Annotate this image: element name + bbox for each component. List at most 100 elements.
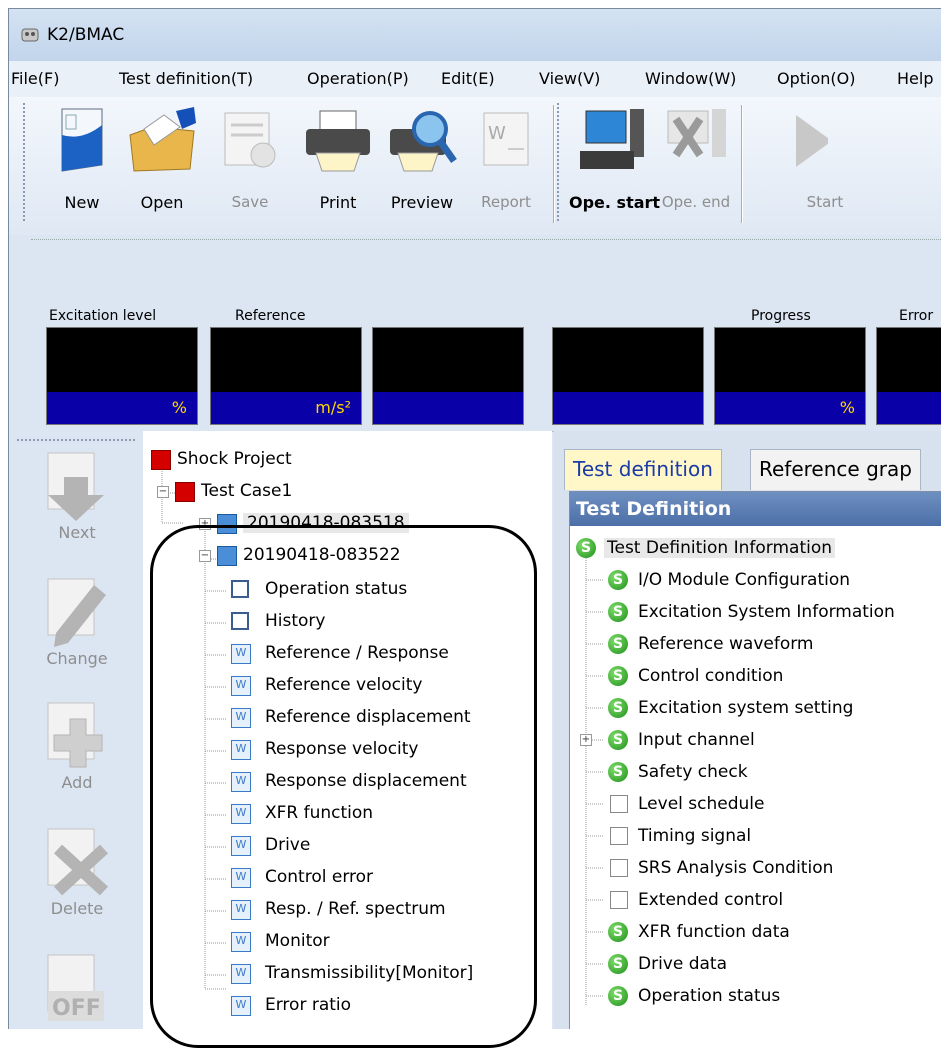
menu-edit[interactable]: Edit(E) (441, 69, 495, 88)
expand-icon[interactable]: + (580, 734, 592, 746)
reference-caption: Reference (235, 308, 306, 324)
progress-display: % (714, 327, 866, 425)
definition-item-input-channel[interactable]: + S Input channel (580, 724, 755, 756)
menu-window[interactable]: Window(W) (645, 69, 736, 88)
change-label: Change (46, 649, 108, 668)
preview-label: Preview (390, 193, 454, 212)
definition-item-extended-control[interactable]: Extended control (608, 884, 783, 916)
status-set-icon: S (608, 954, 628, 974)
menu-file[interactable]: File(F) (11, 69, 59, 88)
delete-button[interactable]: Delete (27, 827, 127, 918)
down-arrow-icon (47, 452, 104, 521)
status-set-icon: S (608, 666, 628, 686)
status-empty-icon (610, 827, 628, 845)
definition-item-level-schedule[interactable]: Level schedule (608, 788, 764, 820)
operation-end-icon (667, 109, 726, 158)
save-button[interactable]: Save (211, 105, 289, 223)
change-button[interactable]: Change (27, 577, 127, 668)
definition-item-reference-waveform[interactable]: S Reference waveform (608, 628, 814, 660)
testcase-label: Test Case1 (201, 481, 293, 501)
error-display (876, 327, 941, 425)
off-text: OFF (52, 996, 101, 1021)
word-report-icon: W (483, 112, 529, 166)
menu-view[interactable]: View(V) (539, 69, 600, 88)
tree-testcase[interactable]: − Test Case1 (157, 477, 292, 505)
definition-item-timing-signal[interactable]: Timing signal (608, 820, 751, 852)
status-empty-icon (610, 859, 628, 877)
plus-icon (47, 702, 103, 768)
window-title: K2/BMAC (47, 25, 125, 45)
operation-start-icon (580, 109, 644, 169)
project-label: Shock Project (177, 449, 292, 469)
definition-item-control-condition[interactable]: S Control condition (608, 660, 783, 692)
toolbar-grip[interactable] (23, 103, 29, 221)
progress-caption: Progress (751, 308, 811, 324)
next-button[interactable]: Next (27, 451, 127, 542)
definition-item-srs-analysis[interactable]: SRS Analysis Condition (608, 852, 833, 884)
off-button[interactable]: OFF (27, 953, 127, 1025)
menu-test-definition[interactable]: Test definition(T) (119, 69, 253, 88)
status-set-icon: S (608, 698, 628, 718)
definition-item-label: Safety check (638, 762, 748, 782)
menu-option[interactable]: Option(O) (777, 69, 855, 88)
toolbar-grip-2[interactable] (557, 103, 563, 221)
open-button[interactable]: Open (123, 105, 201, 223)
panel-divider (31, 239, 941, 241)
definition-root[interactable]: S Test Definition Information (576, 532, 836, 564)
ope-end-label: Ope. end (661, 193, 731, 211)
collapse-icon[interactable]: − (157, 486, 169, 498)
right-panel: Test definition Reference grap Test Defi… (554, 431, 941, 1029)
definition-item-io-module[interactable]: S I/O Module Configuration (608, 564, 850, 596)
status-empty-icon (610, 891, 628, 909)
level-display-4-unit (553, 392, 703, 424)
ope-end-button[interactable]: Ope. end (657, 105, 735, 223)
definition-item-label: Reference waveform (638, 634, 814, 654)
definition-item-excitation-system-setting[interactable]: S Excitation system setting (608, 692, 853, 724)
sidebar-grip[interactable] (17, 439, 135, 441)
status-set-icon: S (608, 634, 628, 654)
delete-x-icon (47, 828, 109, 896)
save-icon (224, 112, 276, 168)
command-sidebar: Next Change Add Delete OFF (9, 431, 144, 1029)
tab-reference-graph[interactable]: Reference grap (750, 449, 921, 490)
definition-item-label: Excitation System Information (638, 602, 895, 622)
error-unit (877, 392, 941, 424)
definition-item-label: I/O Module Configuration (638, 570, 851, 590)
tree-project[interactable]: Shock Project (151, 445, 292, 473)
start-label: Start (806, 193, 844, 211)
definition-item-drive-data[interactable]: S Drive data (608, 948, 727, 980)
printer-icon (306, 110, 370, 172)
definition-item-excitation-system-info[interactable]: S Excitation System Information (608, 596, 895, 628)
print-label: Print (319, 193, 357, 212)
tab-test-definition[interactable]: Test definition (564, 449, 722, 490)
svg-text:W: W (488, 123, 506, 144)
excitation-level-caption: Excitation level (49, 308, 157, 324)
preview-button[interactable]: Preview (383, 105, 461, 223)
level-display-3 (372, 327, 524, 425)
definition-item-label: XFR function data (638, 922, 790, 942)
print-button[interactable]: Print (299, 105, 377, 223)
definition-item-label: Input channel (638, 730, 755, 750)
start-button[interactable]: Start (751, 105, 843, 223)
add-button[interactable]: Add (27, 701, 127, 792)
definition-item-label: Extended control (638, 890, 784, 910)
menu-bar: File(F) Test definition(T) Operation(P) … (9, 61, 941, 98)
toolbar-separator-2 (741, 105, 743, 223)
definition-item-label: Excitation system setting (638, 698, 854, 718)
definition-item-xfr-function-data[interactable]: S XFR function data (608, 916, 790, 948)
new-button[interactable]: New (43, 105, 121, 223)
menu-help[interactable]: Help (897, 69, 933, 88)
status-empty-icon (610, 795, 628, 813)
definition-item-operation-status[interactable]: S Operation status (608, 980, 780, 1012)
level-monitor-panel: Excitation level Reference Progress Erro… (9, 235, 941, 432)
highlight-callout (150, 525, 537, 1048)
toolbar: New Open Save Print Preview W Report Ope… (9, 97, 941, 236)
definition-item-safety-check[interactable]: S Safety check (608, 756, 748, 788)
definition-root-label: Test Definition Information (604, 538, 836, 558)
ope-start-button[interactable]: Ope. start (569, 105, 660, 223)
add-label: Add (61, 773, 93, 792)
definition-item-label: SRS Analysis Condition (638, 858, 834, 878)
report-button[interactable]: W Report (467, 105, 545, 223)
definition-item-label: Level schedule (638, 794, 765, 814)
menu-operation[interactable]: Operation(P) (307, 69, 409, 88)
